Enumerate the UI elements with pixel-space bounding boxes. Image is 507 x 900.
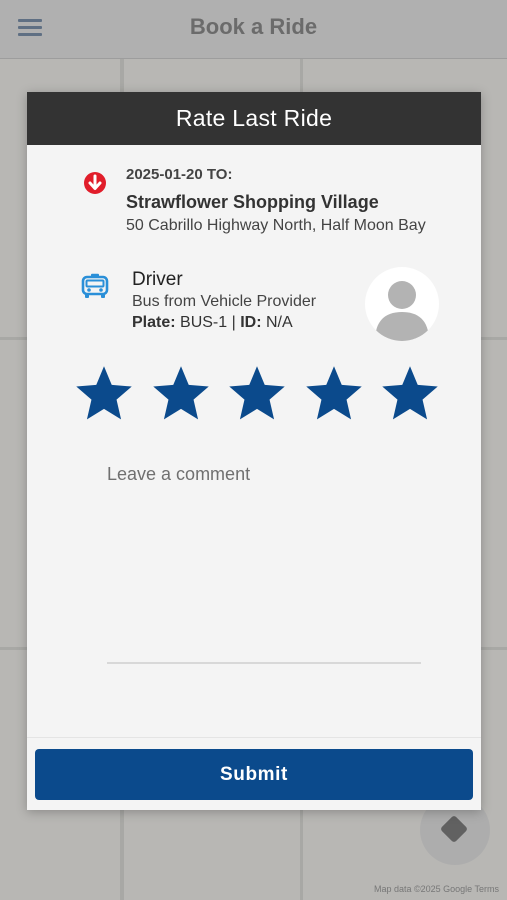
driver-title: Driver xyxy=(132,269,183,290)
id-label: ID: xyxy=(240,314,262,331)
plate-separator: | xyxy=(231,314,236,331)
star-rating[interactable] xyxy=(72,362,442,426)
submit-button[interactable]: Submit xyxy=(35,749,473,800)
driver-provider: Bus from Vehicle Provider xyxy=(132,293,317,310)
plate-label: Plate: xyxy=(132,314,176,331)
star-1-icon[interactable] xyxy=(72,362,136,426)
modal-header: Rate Last Ride xyxy=(27,92,481,145)
star-3-icon[interactable] xyxy=(225,362,289,426)
trip-date: 2025-01-20 TO: xyxy=(126,166,233,183)
star-5-icon[interactable] xyxy=(378,362,442,426)
modal-title: Rate Last Ride xyxy=(175,105,333,131)
id-value: N/A xyxy=(266,314,293,331)
taxi-icon xyxy=(81,273,109,298)
comment-field[interactable] xyxy=(107,464,421,664)
driver-plate-line: Plate: BUS-1 | ID: N/A xyxy=(132,314,293,332)
default-avatar-icon xyxy=(375,281,429,341)
trip-destination: Strawflower Shopping Village xyxy=(126,192,379,212)
trip-address: 50 Cabrillo Highway North, Half Moon Bay xyxy=(126,217,426,234)
star-4-icon[interactable] xyxy=(302,362,366,426)
plate-value: BUS-1 xyxy=(180,314,228,331)
footer-divider xyxy=(27,737,481,738)
destination-pin-icon xyxy=(84,172,106,194)
star-2-icon[interactable] xyxy=(149,362,213,426)
driver-avatar xyxy=(365,267,439,341)
rate-ride-modal: Rate Last Ride 2025-01-20 TO: Strawflowe… xyxy=(27,92,481,810)
